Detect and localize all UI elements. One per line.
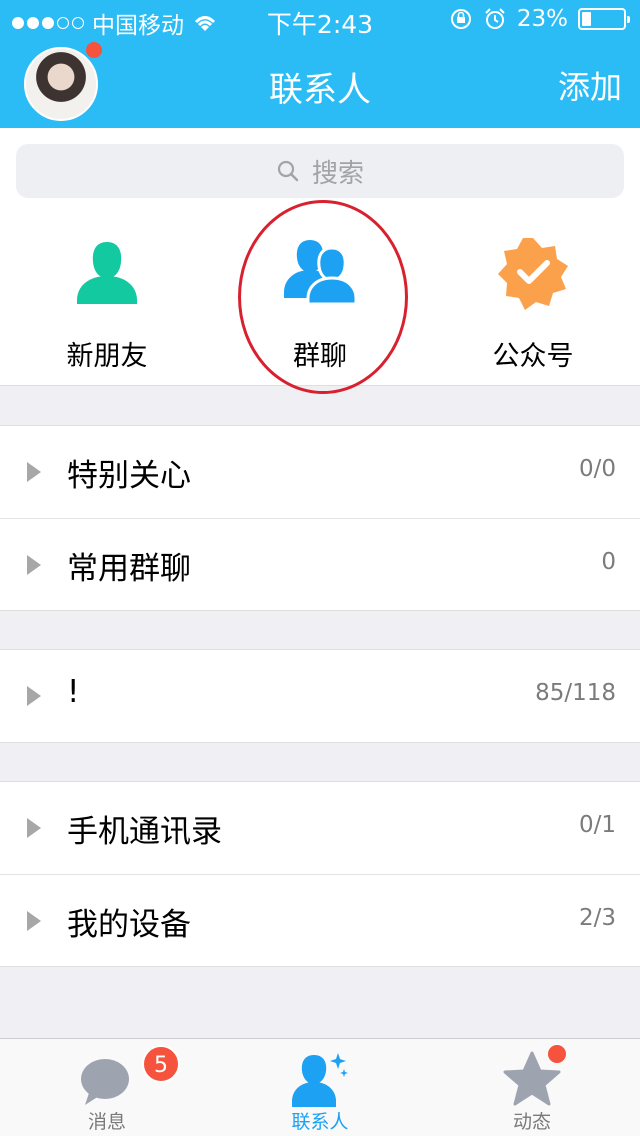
quick-entry-label: 公众号: [492, 341, 574, 372]
list-item-frequent-groups[interactable]: 常用群聊 0: [0, 518, 640, 610]
expand-triangle-icon: [27, 818, 41, 838]
contact-group-section: 手机通讯录 0/1 我的设备 2/3: [0, 781, 640, 967]
group-name: 特别关心: [67, 458, 191, 494]
list-item-my-devices[interactable]: 我的设备 2/3: [0, 874, 640, 966]
status-bar: 中国移动 下午2:43 23%: [0, 0, 640, 40]
tab-label: 消息: [87, 1111, 126, 1133]
battery-icon: [578, 8, 630, 30]
header: 中国移动 下午2:43 23% 联系人 添加: [0, 0, 640, 128]
tab-bar: 5 消息 联系人 动态: [0, 1038, 640, 1136]
notification-dot: [86, 42, 102, 58]
contact-group-section: 特别关心 0/0 常用群聊 0: [0, 425, 640, 611]
tab-label: 联系人: [291, 1111, 349, 1133]
tab-contacts[interactable]: 联系人: [240, 1039, 400, 1136]
add-button[interactable]: 添加: [558, 62, 622, 108]
quick-entry-label: 新朋友: [66, 341, 148, 372]
expand-triangle-icon: [27, 555, 41, 575]
group-name: 我的设备: [67, 907, 191, 943]
contacts-icon: [292, 1053, 348, 1107]
expand-triangle-icon: [27, 911, 41, 931]
group-name: 手机通讯录: [67, 814, 222, 850]
contact-group-section: ! 85/118: [0, 649, 640, 743]
list-item-friends[interactable]: ! 85/118: [0, 650, 640, 742]
person-icon: [77, 242, 137, 304]
tab-moments[interactable]: 动态: [452, 1039, 612, 1136]
list-item-special-care[interactable]: 特别关心 0/0: [0, 426, 640, 518]
list-item-phone-contacts[interactable]: 手机通讯录 0/1: [0, 782, 640, 874]
page-title: 联系人: [269, 70, 371, 110]
tab-messages[interactable]: 5 消息: [27, 1039, 187, 1136]
group-name: !: [67, 674, 80, 710]
highlight-circle: [238, 200, 408, 394]
search-placeholder: 搜索: [311, 158, 364, 189]
unread-badge: 5: [142, 1045, 180, 1083]
battery-percent: 23%: [516, 6, 568, 32]
group-count: 2/3: [578, 905, 616, 931]
chat-bubble-icon: [81, 1059, 129, 1105]
expand-triangle-icon: [27, 686, 41, 706]
group-count: 0/1: [578, 812, 616, 838]
search-icon: [277, 160, 299, 182]
quick-entry-new-friends[interactable]: 新朋友: [17, 232, 197, 373]
group-name: 常用群聊: [67, 551, 191, 587]
notification-dot: [548, 1045, 566, 1063]
status-right: 23%: [449, 6, 630, 32]
alarm-icon: [485, 8, 505, 29]
group-count: 0: [601, 549, 616, 575]
quick-entry-official-accounts[interactable]: 公众号: [443, 232, 623, 373]
verified-badge-icon: [498, 238, 568, 310]
tab-label: 动态: [512, 1111, 551, 1133]
search-input[interactable]: 搜索: [16, 144, 624, 198]
group-count: 0/0: [578, 456, 616, 482]
expand-triangle-icon: [27, 462, 41, 482]
rotation-lock-icon: [450, 9, 471, 29]
group-count: 85/118: [535, 680, 616, 706]
